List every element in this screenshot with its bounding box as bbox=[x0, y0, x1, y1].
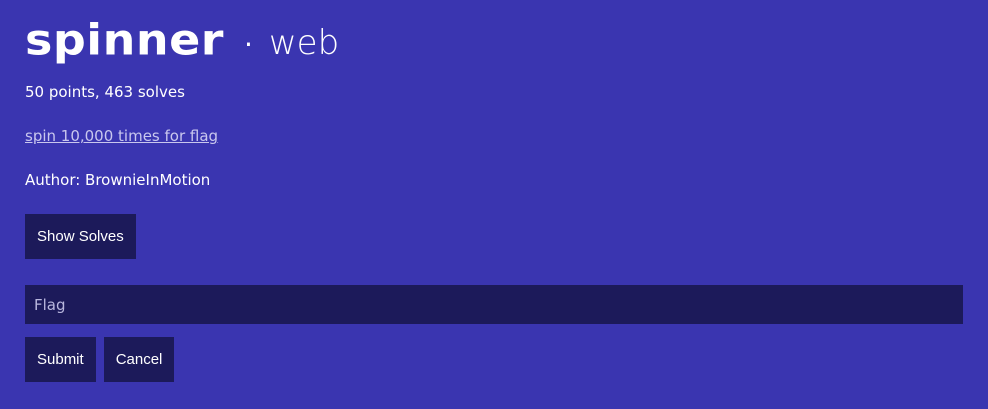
show-solves-button[interactable]: Show Solves bbox=[25, 214, 136, 259]
challenge-category: web bbox=[268, 23, 340, 63]
challenge-card: spinner · web 50 points, 463 solves spin… bbox=[0, 0, 988, 409]
title-separator: · bbox=[243, 28, 253, 61]
form-actions: Submit Cancel bbox=[25, 337, 963, 382]
title-row: spinner · web bbox=[25, 14, 963, 65]
challenge-stats: 50 points, 463 solves bbox=[25, 83, 185, 101]
flag-input[interactable] bbox=[25, 285, 963, 324]
challenge-author: Author: BrownieInMotion bbox=[25, 171, 211, 189]
challenge-title: spinner bbox=[25, 15, 224, 65]
challenge-description-link[interactable]: spin 10,000 times for flag bbox=[25, 126, 218, 146]
cancel-button[interactable]: Cancel bbox=[103, 337, 175, 382]
show-solves-wrap: Show Solves bbox=[25, 214, 963, 259]
submit-button[interactable]: Submit bbox=[25, 337, 96, 382]
